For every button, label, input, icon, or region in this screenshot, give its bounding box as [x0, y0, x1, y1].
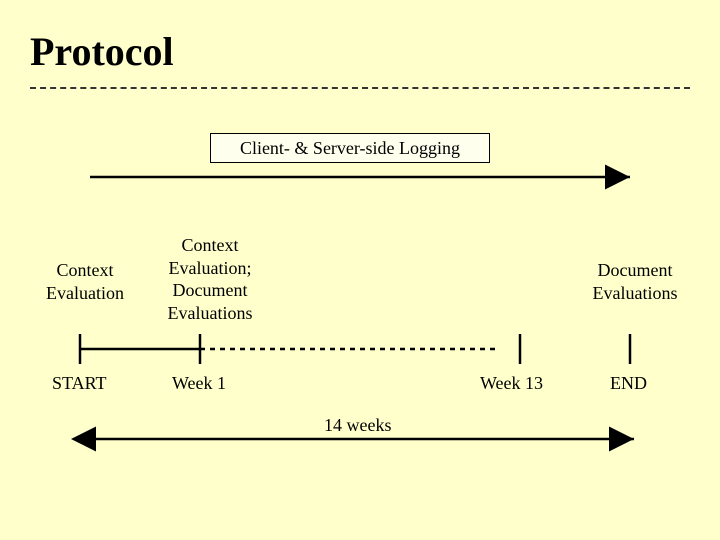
duration-label: 14 weeks [320, 415, 395, 436]
tick-label-end: END [610, 373, 647, 394]
phase-start: Context Evaluation [30, 259, 140, 304]
page-title: Protocol [30, 28, 690, 75]
phase-week1: Context Evaluation; Document Evaluations [150, 234, 270, 324]
tick-label-start: START [52, 373, 106, 394]
tick-label-week1: Week 1 [172, 373, 226, 394]
phase-end: Document Evaluations [575, 259, 695, 304]
title-underline [30, 87, 690, 89]
tick-label-week13: Week 13 [480, 373, 543, 394]
protocol-diagram: Client- & Server-side Logging Context Ev… [30, 129, 690, 489]
